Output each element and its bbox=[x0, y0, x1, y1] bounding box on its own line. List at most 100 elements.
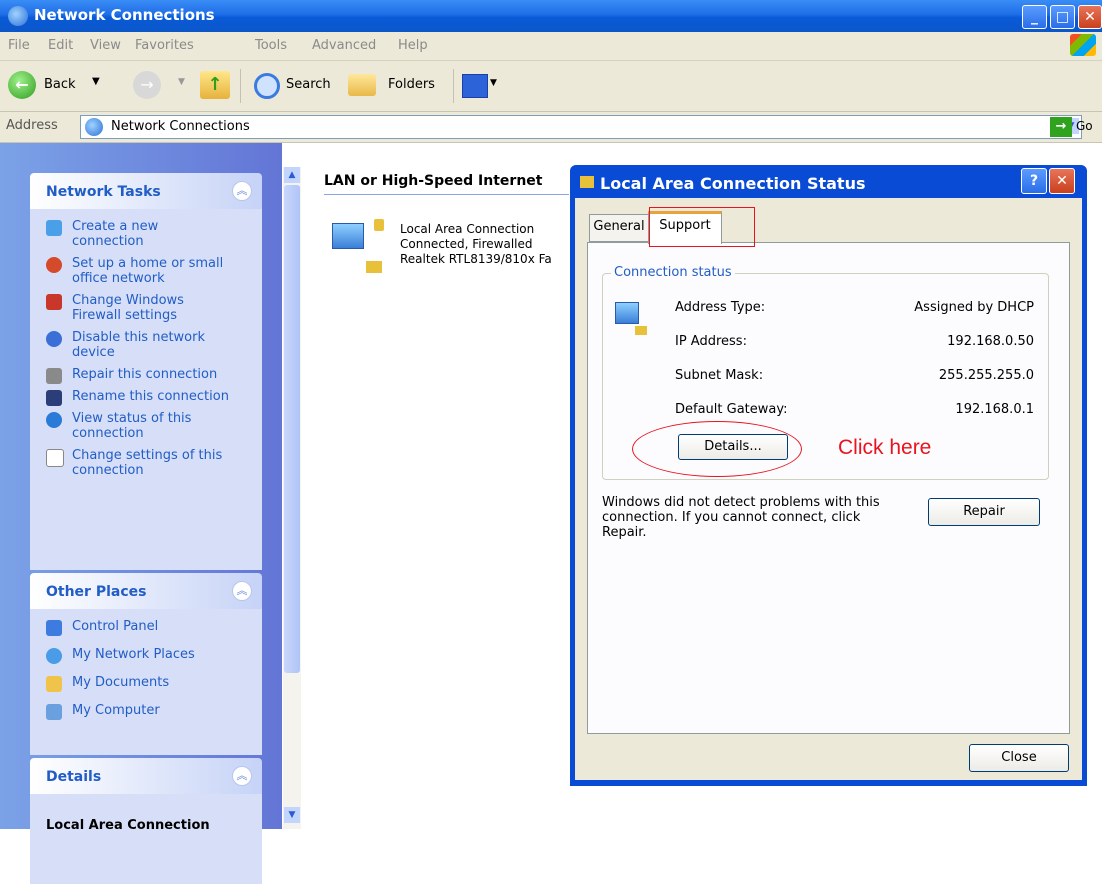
menu-view[interactable]: View bbox=[90, 38, 121, 53]
address-field[interactable]: Network Connections ▼ bbox=[80, 115, 1082, 139]
help-button[interactable]: ? bbox=[1021, 168, 1047, 194]
task-change-settings[interactable]: Change settings of this connection bbox=[46, 448, 242, 478]
place-label: My Network Places bbox=[72, 647, 195, 662]
toolbar-separator bbox=[453, 69, 454, 103]
back-dropdown-icon[interactable]: ▼ bbox=[92, 76, 100, 87]
task-label: Create a new connection bbox=[72, 219, 159, 249]
collapse-chevron-icon[interactable]: ︽ bbox=[232, 581, 252, 601]
scroll-thumb[interactable] bbox=[284, 185, 300, 673]
forward-button[interactable]: → bbox=[133, 71, 161, 99]
minimize-button[interactable]: _ bbox=[1022, 5, 1047, 29]
network-status-icon bbox=[615, 302, 651, 338]
up-folder-icon[interactable]: ↑ bbox=[200, 71, 230, 99]
window-titlebar: Network Connections _ □ ✕ bbox=[0, 0, 1102, 32]
network-tasks-header[interactable]: Network Tasks ︽ bbox=[30, 173, 262, 209]
disable-device-icon bbox=[46, 331, 62, 347]
connection-device: Realtek RTL8139/810x Fa bbox=[400, 252, 552, 266]
task-pane: Network Tasks ︽ Create a new connection … bbox=[0, 143, 282, 884]
back-button[interactable]: ← Back ▼ bbox=[8, 71, 148, 101]
network-connections-icon bbox=[8, 6, 28, 26]
go-arrow-icon[interactable]: → bbox=[1050, 117, 1072, 137]
task-change-firewall[interactable]: Change Windows Firewall settings bbox=[46, 293, 222, 323]
task-create-connection[interactable]: Create a new connection bbox=[46, 219, 222, 249]
menu-advanced[interactable]: Advanced bbox=[312, 38, 376, 53]
address-bar: Address Network Connections ▼ → Go bbox=[0, 112, 1102, 143]
back-label: Back bbox=[44, 77, 76, 92]
details-title: Details bbox=[46, 769, 102, 785]
group-title: LAN or High-Speed Internet bbox=[324, 173, 543, 189]
repair-wrench-icon bbox=[46, 368, 62, 384]
task-disable-device[interactable]: Disable this network device bbox=[46, 330, 222, 360]
task-label: Change Windows Firewall settings bbox=[72, 293, 184, 323]
go-label[interactable]: Go bbox=[1076, 119, 1093, 133]
repair-button[interactable]: Repair bbox=[928, 498, 1040, 526]
task-label: Change settings of this connection bbox=[72, 448, 223, 478]
details-highlight-ellipse bbox=[632, 421, 802, 477]
menu-bar: File Edit View Favorites Tools Advanced … bbox=[0, 32, 1102, 61]
search-button[interactable]: Search bbox=[248, 71, 343, 101]
dialog-title: Local Area Connection Status bbox=[600, 174, 866, 193]
window-title: Network Connections bbox=[34, 6, 215, 24]
forward-dropdown-icon[interactable]: ▼ bbox=[178, 77, 185, 87]
network-tasks-box: Network Tasks ︽ Create a new connection … bbox=[30, 173, 262, 570]
place-label: My Documents bbox=[72, 675, 170, 690]
views-icon bbox=[462, 74, 488, 98]
views-dropdown-icon: ▼ bbox=[490, 78, 497, 88]
tab-general[interactable]: General bbox=[589, 214, 649, 242]
collapse-chevron-icon[interactable]: ︽ bbox=[232, 766, 252, 786]
toolbar: ← Back ▼ → ▼ ↑ Search Folders ▼ bbox=[0, 61, 1102, 112]
views-button[interactable]: ▼ bbox=[462, 72, 512, 100]
settings-check-icon bbox=[46, 449, 64, 467]
place-control-panel[interactable]: Control Panel bbox=[46, 619, 256, 636]
address-label: Address bbox=[6, 118, 58, 133]
scroll-up-icon[interactable]: ▲ bbox=[284, 167, 300, 183]
menu-file[interactable]: File bbox=[8, 38, 30, 53]
view-status-icon bbox=[46, 412, 62, 428]
task-label: Rename this connection bbox=[72, 389, 229, 404]
task-repair-connection[interactable]: Repair this connection bbox=[46, 367, 256, 384]
place-my-network-places[interactable]: My Network Places bbox=[46, 647, 256, 664]
close-button[interactable]: Close bbox=[969, 744, 1069, 772]
lan-connection-icon bbox=[328, 219, 384, 273]
field-value: Assigned by DHCP bbox=[914, 300, 1034, 315]
task-view-status[interactable]: View status of this connection bbox=[46, 411, 222, 441]
place-label: Control Panel bbox=[72, 619, 159, 634]
other-places-list: Control Panel My Network Places My Docum… bbox=[30, 609, 262, 755]
network-tasks-title: Network Tasks bbox=[46, 184, 161, 200]
diagnosis-message: Windows did not detect problems with thi… bbox=[602, 495, 880, 540]
field-label: IP Address: bbox=[675, 334, 747, 349]
rename-icon bbox=[46, 390, 62, 406]
place-label: My Computer bbox=[72, 703, 160, 718]
task-label: Repair this connection bbox=[72, 367, 218, 382]
other-places-box: Other Places ︽ Control Panel My Network … bbox=[30, 573, 262, 755]
menu-favorites[interactable]: Favorites bbox=[135, 38, 194, 53]
task-pane-scrollbar[interactable]: ▲ ▼ bbox=[283, 167, 301, 829]
menu-tools[interactable]: Tools bbox=[255, 38, 287, 53]
close-dialog-icon[interactable]: ✕ bbox=[1049, 168, 1075, 194]
connection-status: Connected, Firewalled bbox=[400, 237, 533, 251]
menu-help[interactable]: Help bbox=[398, 38, 428, 53]
group-label: Connection status bbox=[611, 265, 735, 280]
connection-name: Local Area Connection bbox=[400, 222, 535, 236]
task-rename-connection[interactable]: Rename this connection bbox=[46, 389, 256, 406]
field-value: 192.168.0.50 bbox=[947, 334, 1034, 349]
address-value: Network Connections bbox=[111, 119, 250, 134]
task-setup-home-network[interactable]: Set up a home or small office network bbox=[46, 256, 242, 286]
other-places-title: Other Places bbox=[46, 584, 147, 600]
other-places-header[interactable]: Other Places ︽ bbox=[30, 573, 262, 609]
network-tasks-list: Create a new connection Set up a home or… bbox=[30, 209, 262, 570]
group-divider bbox=[324, 194, 569, 195]
collapse-chevron-icon[interactable]: ︽ bbox=[232, 181, 252, 201]
search-label: Search bbox=[286, 77, 331, 92]
close-window-button[interactable]: ✕ bbox=[1078, 5, 1102, 29]
folders-button[interactable]: Folders bbox=[348, 71, 448, 101]
place-my-computer[interactable]: My Computer bbox=[46, 703, 256, 720]
my-computer-icon bbox=[46, 704, 62, 720]
local-area-connection-item[interactable]: Local Area Connection Connected, Firewal… bbox=[326, 215, 571, 275]
new-connection-icon bbox=[46, 220, 62, 236]
place-my-documents[interactable]: My Documents bbox=[46, 675, 256, 692]
details-header[interactable]: Details ︽ bbox=[30, 758, 262, 794]
maximize-button[interactable]: □ bbox=[1050, 5, 1075, 29]
scroll-down-icon[interactable]: ▼ bbox=[284, 807, 300, 823]
menu-edit[interactable]: Edit bbox=[48, 38, 73, 53]
